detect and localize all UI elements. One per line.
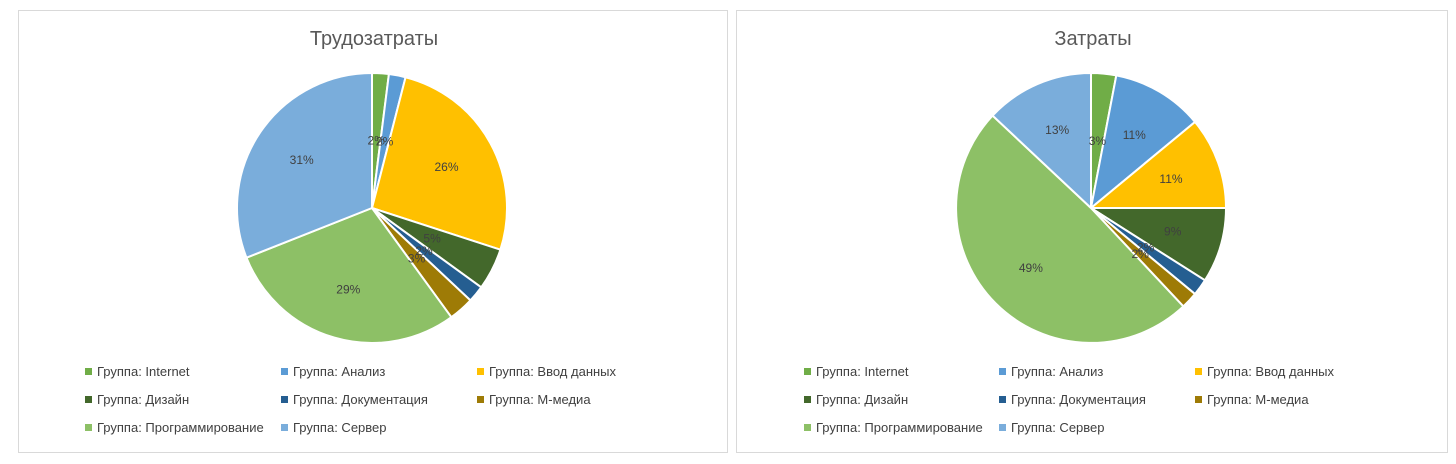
data-label: 31% [290,153,314,167]
legend-label: Группа: Документация [293,392,428,407]
legend-item: Группа: М-медиа [1195,392,1309,407]
legend-item: Группа: М-медиа [477,392,591,407]
legend-swatch [85,424,92,431]
legend-swatch [281,396,288,403]
legend-label: Группа: М-медиа [489,392,591,407]
chart-panel-labor: Трудозатраты 2% 2% 26% 5% 2% 3% 29% 31% Группа: I… [18,10,728,453]
data-label: 11% [1123,128,1146,142]
legend-label: Группа: Ввод данных [1207,364,1335,379]
legend-item: Группа: Ввод данных [477,364,617,379]
legend-label: Группа: Дизайн [97,392,189,407]
legend-item: Группа: Internet [85,364,190,379]
legend-label: Группа: М-медиа [1207,392,1309,407]
legend-item: Группа: Дизайн [804,392,908,407]
legend-swatch [85,396,92,403]
data-label: 49% [1019,261,1043,275]
legend-label: Группа: Internet [97,364,190,379]
legend-swatch [1195,368,1202,375]
legend-item: Группа: Программирование [804,420,983,435]
legend-label: Группа: Дизайн [816,392,908,407]
legend-item: Группа: Сервер [281,420,387,435]
chart-title: Трудозатраты [310,28,438,50]
legend-item: Группа: Ввод данных [1195,364,1335,379]
legend-swatch [999,424,1006,431]
pie-chart-costs: Затраты3% 11%11%9%2%2%49%13%Группа: Inter… [804,28,1335,435]
legend-item: Группа: Программирование [85,420,264,435]
legend-swatch [1195,396,1202,403]
legend-label: Группа: Анализ [1011,364,1103,379]
legend-label: Группа: Программирование [97,420,264,435]
data-label: 2% [1132,247,1150,261]
data-label: 9% [1164,225,1182,239]
data-label: 3% [1089,134,1107,148]
legend-label: Группа: Сервер [293,420,387,435]
legend-swatch [281,368,288,375]
data-label: 2% [376,135,394,149]
legend-label: Группа: Программирование [816,420,983,435]
legend-swatch [477,368,484,375]
legend-swatch [999,396,1006,403]
data-label: 11% [1159,172,1182,186]
legend-label: Группа: Ввод данных [489,364,617,379]
legend-item: Группа: Анализ [281,364,385,379]
legend-item: Группа: Сервер [999,420,1105,435]
legend-swatch [999,368,1006,375]
data-label: 26% [434,160,458,174]
legend-swatch [804,368,811,375]
legend-item: Группа: Internet [804,364,909,379]
legend-swatch [804,396,811,403]
legend-item: Группа: Анализ [999,364,1103,379]
data-label: 13% [1045,123,1069,137]
chart-title: Затраты [1054,28,1131,50]
data-label: 3% [408,252,426,266]
legend-item: Группа: Документация [999,392,1146,407]
chart-panel-costs: Затраты 3% 11% 11% 9% 2% 2% 49% 13% Группа: Inter… [736,10,1448,453]
legend-label: Группа: Internet [816,364,909,379]
legend-label: Группа: Анализ [293,364,385,379]
legend-swatch [804,424,811,431]
pie-chart-labor: Трудозатраты2%2%26%5%2%3%29%31%Группа: I… [85,28,617,435]
data-label: 29% [336,283,360,297]
legend-label: Группа: Документация [1011,392,1146,407]
legend-item: Группа: Документация [281,392,428,407]
legend-swatch [85,368,92,375]
legend-swatch [477,396,484,403]
legend-label: Группа: Сервер [1011,420,1105,435]
legend-item: Группа: Дизайн [85,392,189,407]
legend-swatch [281,424,288,431]
